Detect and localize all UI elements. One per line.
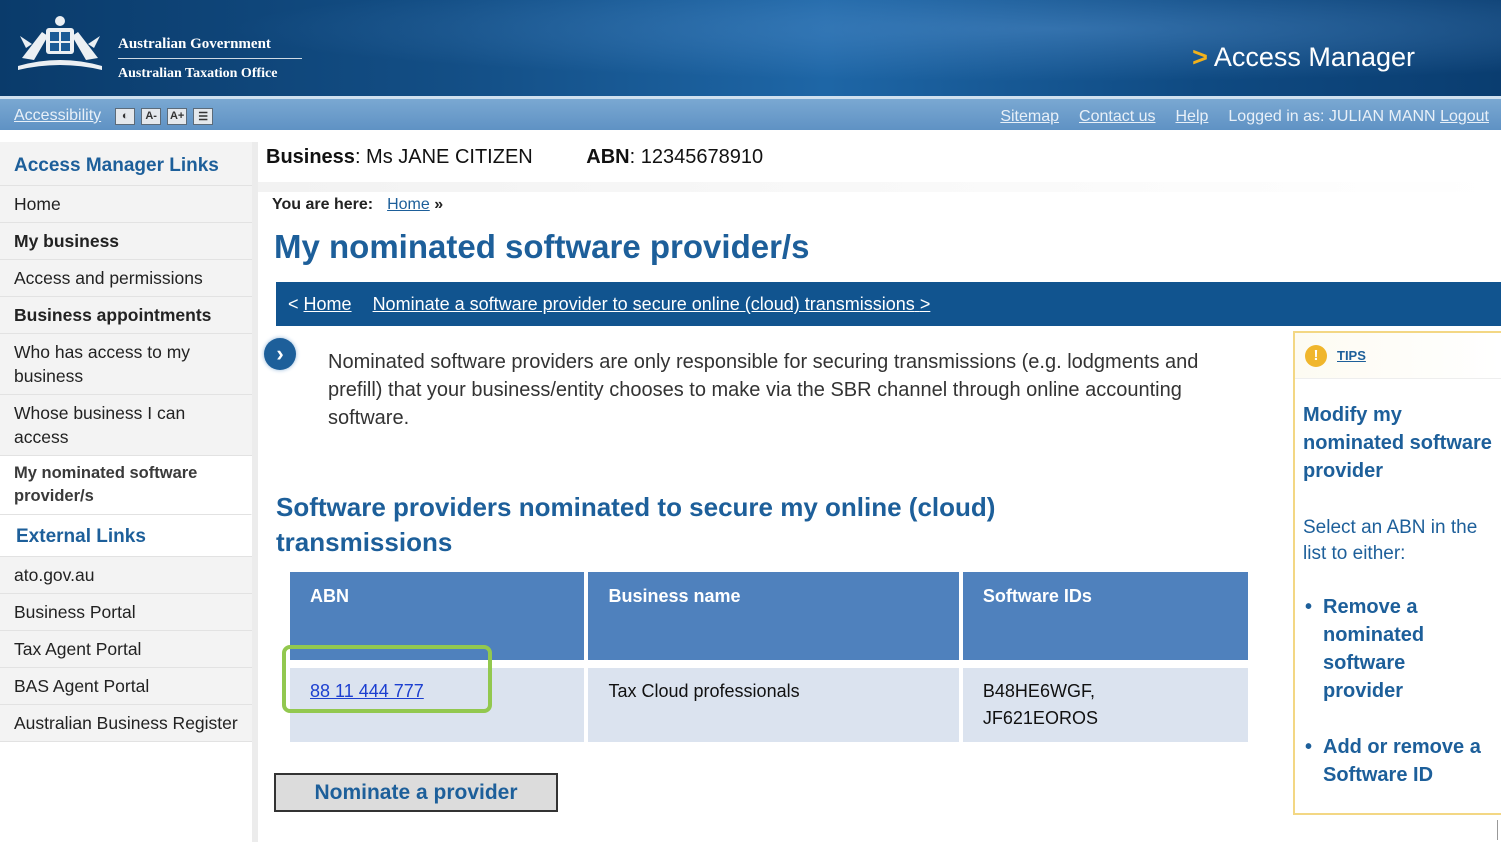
font-decrease-button[interactable]: A- — [141, 107, 162, 125]
software-id-2: JF621EOROS — [982, 708, 1098, 728]
business-name-cell: Tax Cloud professionals — [588, 668, 959, 742]
accessibility-link[interactable]: Accessibility — [14, 107, 101, 125]
accessibility-controls: Accessibility ◐ A- A+ ☰ — [14, 107, 214, 125]
tips-item-add: Add or remove a Software ID — [1303, 733, 1501, 789]
sidebar-item-abr[interactable]: Australian Business Register — [0, 705, 252, 742]
page-title: My nominated software provider/s — [274, 228, 810, 265]
column-header-business-name: Business name — [588, 572, 959, 660]
breadcrumb: You are here: Home » — [272, 196, 443, 214]
sitemap-link[interactable]: Sitemap — [1000, 108, 1059, 126]
sidebar-item-bas-agent-portal[interactable]: BAS Agent Portal — [0, 668, 252, 705]
sidebar-item-business-appointments[interactable]: Business appointments — [0, 297, 252, 334]
chevron-right-icon: > — [1192, 42, 1208, 72]
sidebar-item-my-business[interactable]: My business — [0, 223, 252, 260]
sidebar-item-ato[interactable]: ato.gov.au — [0, 557, 252, 594]
business-label: Business — [266, 146, 355, 168]
tips-list: Remove a nominated software provider Add… — [1303, 593, 1501, 789]
abn-label: ABN — [586, 146, 630, 168]
lightbulb-icon: ! — [1305, 344, 1327, 367]
coat-of-arms-icon — [18, 16, 102, 70]
contrast-icon[interactable]: ◐ — [115, 107, 136, 125]
nav-home-link[interactable]: Home — [304, 294, 352, 314]
contact-us-link[interactable]: Contact us — [1079, 108, 1155, 126]
section-title: Software providers nominated to secure m… — [276, 492, 996, 557]
sidebar-item-home[interactable]: Home — [0, 186, 252, 223]
abn-highlight-box — [282, 645, 492, 713]
sidebar-item-nominated-provider[interactable]: My nominated software provider/s — [0, 456, 252, 515]
tips-header: ! TIPS — [1295, 333, 1501, 379]
tips-item-remove-text: Remove a nominated software provider — [1323, 596, 1425, 702]
sidebar-item-tax-agent-portal[interactable]: Tax Agent Portal — [0, 631, 252, 668]
business-info: Business: Ms JANE CITIZEN ABN: 123456789… — [266, 146, 763, 169]
external-links-heading: External Links — [0, 515, 252, 557]
site-header: Australian Government Australian Taxatio… — [0, 0, 1501, 96]
tips-item-remove: Remove a nominated software provider — [1303, 593, 1501, 705]
nav-nominate-link[interactable]: Nominate a software provider to secure o… — [373, 294, 931, 314]
software-id-1: B48HE6WGF, — [982, 681, 1095, 701]
scroll-edge — [1497, 820, 1498, 840]
logged-in-text: Logged in as: JULIAN MANN — [1228, 108, 1436, 125]
logged-in-status: Logged in as: JULIAN MANN Logout — [1228, 108, 1489, 126]
nav-nominate-label: Nominate a software provider to secure o… — [372, 294, 915, 314]
tips-description: Select an ABN in the list to either: — [1303, 517, 1478, 564]
app-title: > Access Manager — [1192, 42, 1415, 73]
info-chevron-icon: › — [264, 338, 296, 370]
sidebar: Access Manager Links Home My business Ac… — [0, 142, 252, 842]
tips-panel: ! TIPS Modify my nominated software prov… — [1293, 331, 1501, 815]
sidebar-item-business-portal[interactable]: Business Portal — [0, 594, 252, 631]
sidebar-item-who-has-access[interactable]: Who has access to my business — [0, 334, 252, 395]
utility-bar: Accessibility ◐ A- A+ ☰ Sitemap Contact … — [0, 96, 1501, 130]
page-nav-bar: < Home Nominate a software provider to s… — [276, 282, 1501, 326]
tips-item-add-text: Add or remove a Software ID — [1323, 736, 1481, 786]
help-link[interactable]: Help — [1176, 108, 1209, 126]
text-only-icon[interactable]: ☰ — [193, 107, 214, 125]
breadcrumb-separator: » — [434, 196, 444, 213]
app-title-text: Access Manager — [1213, 42, 1415, 72]
nav-prev-chevron: < — [288, 294, 299, 314]
agency-name: Australian Taxation Office — [118, 66, 278, 81]
software-ids-cell: B48HE6WGF, JF621EOROS — [962, 668, 1248, 742]
nominate-provider-button[interactable]: Nominate a provider — [274, 773, 558, 812]
divider-bar — [258, 182, 1501, 192]
tips-label[interactable]: TIPS — [1337, 348, 1366, 363]
sidebar-item-access-permissions[interactable]: Access and permissions — [0, 260, 252, 297]
tips-title: Modify my nominated software provider — [1303, 404, 1492, 482]
column-header-software-ids: Software IDs — [962, 572, 1248, 660]
header-divider — [118, 58, 302, 59]
logout-link[interactable]: Logout — [1440, 108, 1489, 125]
utility-links: Sitemap Contact us Help Logged in as: JU… — [1000, 108, 1489, 126]
govt-name: Australian Government — [118, 36, 271, 52]
sidebar-heading: Access Manager Links — [0, 142, 252, 186]
sidebar-item-whose-business[interactable]: Whose business I can access — [0, 395, 252, 456]
business-value: : Ms JANE CITIZEN — [354, 146, 533, 168]
info-text: Nominated software providers are only re… — [328, 351, 1199, 429]
breadcrumb-home-link[interactable]: Home — [387, 196, 430, 213]
abn-value: : 12345678910 — [629, 146, 764, 168]
breadcrumb-label: You are here: — [272, 196, 374, 213]
font-increase-button[interactable]: A+ — [167, 107, 188, 125]
nav-next-chevron: > — [919, 294, 931, 314]
